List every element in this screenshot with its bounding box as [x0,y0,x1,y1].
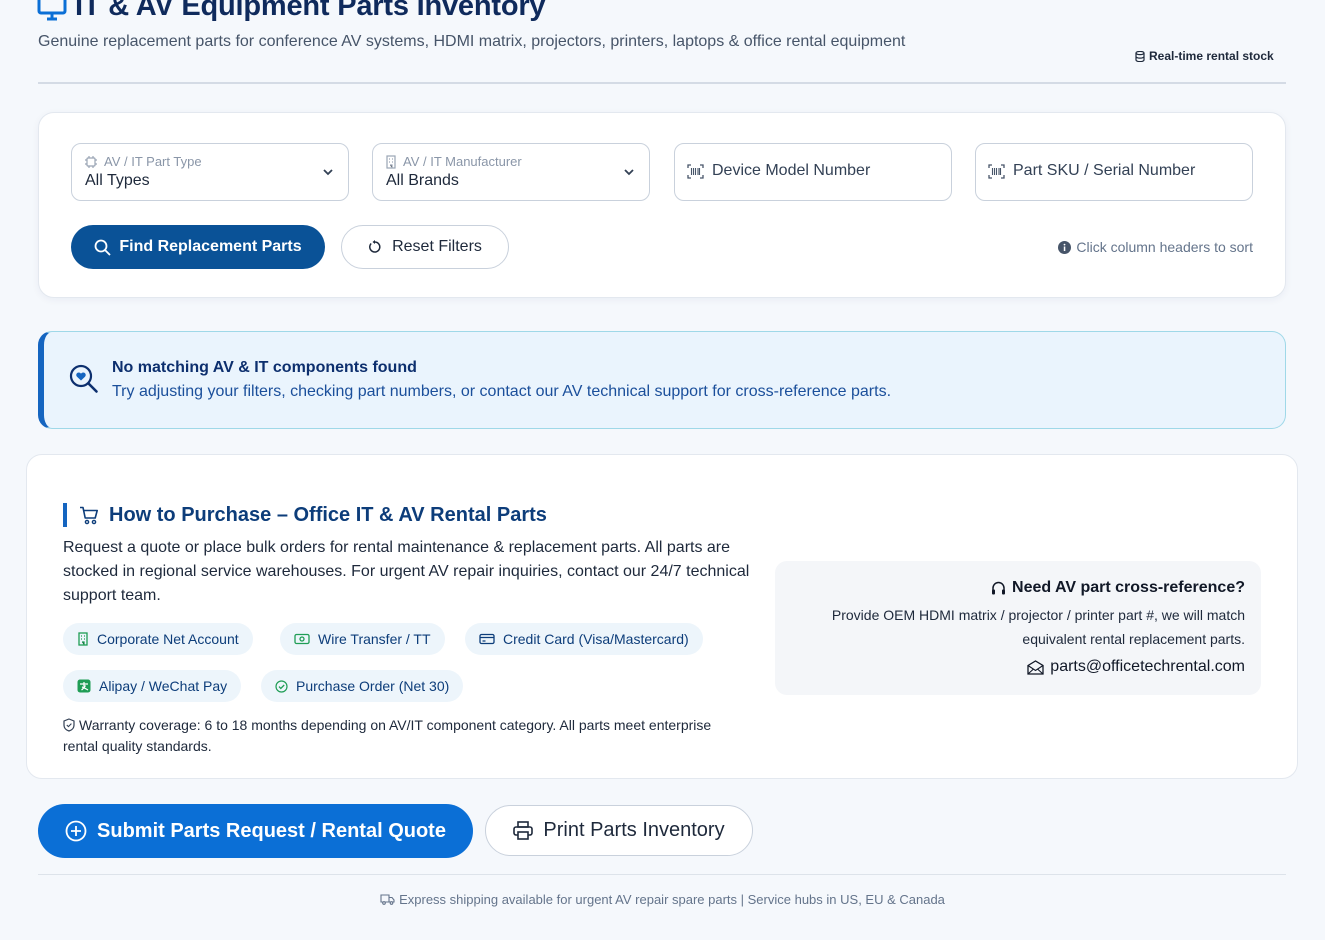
reset-icon [368,240,382,254]
page-title: IT & AV Equipment Parts Inventory [75,0,546,22]
submit-request-button[interactable]: Submit Parts Request / Rental Quote [38,804,473,858]
print-inventory-button[interactable]: Print Parts Inventory [485,805,753,856]
plus-circle-icon [65,820,87,842]
search-heart-icon [68,363,100,395]
payment-chip-alipay: Alipay / WeChat Pay [63,670,242,702]
barcode-icon [687,163,704,179]
search-icon [94,239,111,256]
headset-icon [991,581,1006,596]
building-icon [385,154,397,169]
database-icon [1135,50,1145,62]
payment-chip-card: Credit Card (Visa/Mastercard) [465,623,703,655]
footer-note: Express shipping available for urgent AV… [0,892,1325,907]
part-type-label: AV / IT Part Type [84,154,202,169]
header-divider [38,82,1286,84]
page-subtitle: Genuine replacement parts for conference… [38,33,906,50]
purchase-heading-text: How to Purchase – Office IT & AV Rental … [109,503,547,526]
manufacturer-value: All Brands [386,172,459,189]
manufacturer-label: AV / IT Manufacturer [385,154,522,169]
stock-badge: Real-time rental stock [1135,49,1274,63]
support-text: Provide OEM HDMI matrix / projector / pr… [831,607,1245,647]
cash-icon [294,633,310,645]
purchase-description: Request a quote or place bulk orders for… [63,539,750,604]
footer-divider [38,874,1286,875]
purchase-heading: How to Purchase – Office IT & AV Rental … [63,503,547,527]
support-email-link[interactable]: parts@officetechrental.com [1027,658,1245,676]
truck-icon [380,894,395,905]
find-parts-button[interactable]: Find Replacement Parts [71,225,325,269]
alert-message: Try adjusting your filters, checking par… [112,383,892,400]
info-icon [1058,240,1072,254]
sort-hint: Click column headers to sort [1058,239,1253,255]
cart-icon [79,506,99,525]
support-box: Need AV part cross-reference? Provide OE… [775,561,1261,695]
shield-icon [63,718,75,732]
alert-title: No matching AV & IT components found [112,359,417,376]
sku-placeholder: Part SKU / Serial Number [1013,162,1196,179]
monitor-icon [37,0,67,22]
model-number-input[interactable]: Device Model Number [674,143,952,201]
printer-icon [513,821,534,840]
sku-input[interactable]: Part SKU / Serial Number [975,143,1253,201]
payment-chip-wire: Wire Transfer / TT [280,623,445,655]
envelope-icon [1027,659,1044,675]
payment-chip-corporate: Corporate Net Account [63,623,253,655]
alipay-icon [77,679,91,693]
purchase-info-card: How to Purchase – Office IT & AV Rental … [26,454,1298,779]
warranty-note: Warranty coverage: 6 to 18 months depend… [63,717,712,754]
chevron-down-icon [623,166,635,178]
chip-icon [84,155,98,169]
chevron-down-icon [322,166,334,178]
credit-card-icon [479,633,495,645]
payment-chip-po: Purchase Order (Net 30) [261,670,464,702]
check-circle-icon [275,679,288,693]
submit-request-label: Submit Parts Request / Rental Quote [97,819,446,842]
manufacturer-select[interactable]: AV / IT Manufacturer All Brands [372,143,650,201]
stock-badge-label: Real-time rental stock [1149,49,1274,63]
part-type-value: All Types [85,172,150,189]
building-icon [77,632,89,646]
part-type-select[interactable]: AV / IT Part Type All Types [71,143,349,201]
reset-filters-label: Reset Filters [392,238,482,255]
find-parts-label: Find Replacement Parts [119,238,302,255]
filter-panel: AV / IT Part Type All Types AV / IT Manu… [38,112,1286,298]
barcode-icon [988,163,1005,179]
print-inventory-label: Print Parts Inventory [543,819,725,841]
no-results-alert: No matching AV & IT components found Try… [38,331,1286,429]
model-number-placeholder: Device Model Number [712,162,871,179]
reset-filters-button[interactable]: Reset Filters [341,225,509,269]
support-title: Need AV part cross-reference? [991,579,1245,597]
